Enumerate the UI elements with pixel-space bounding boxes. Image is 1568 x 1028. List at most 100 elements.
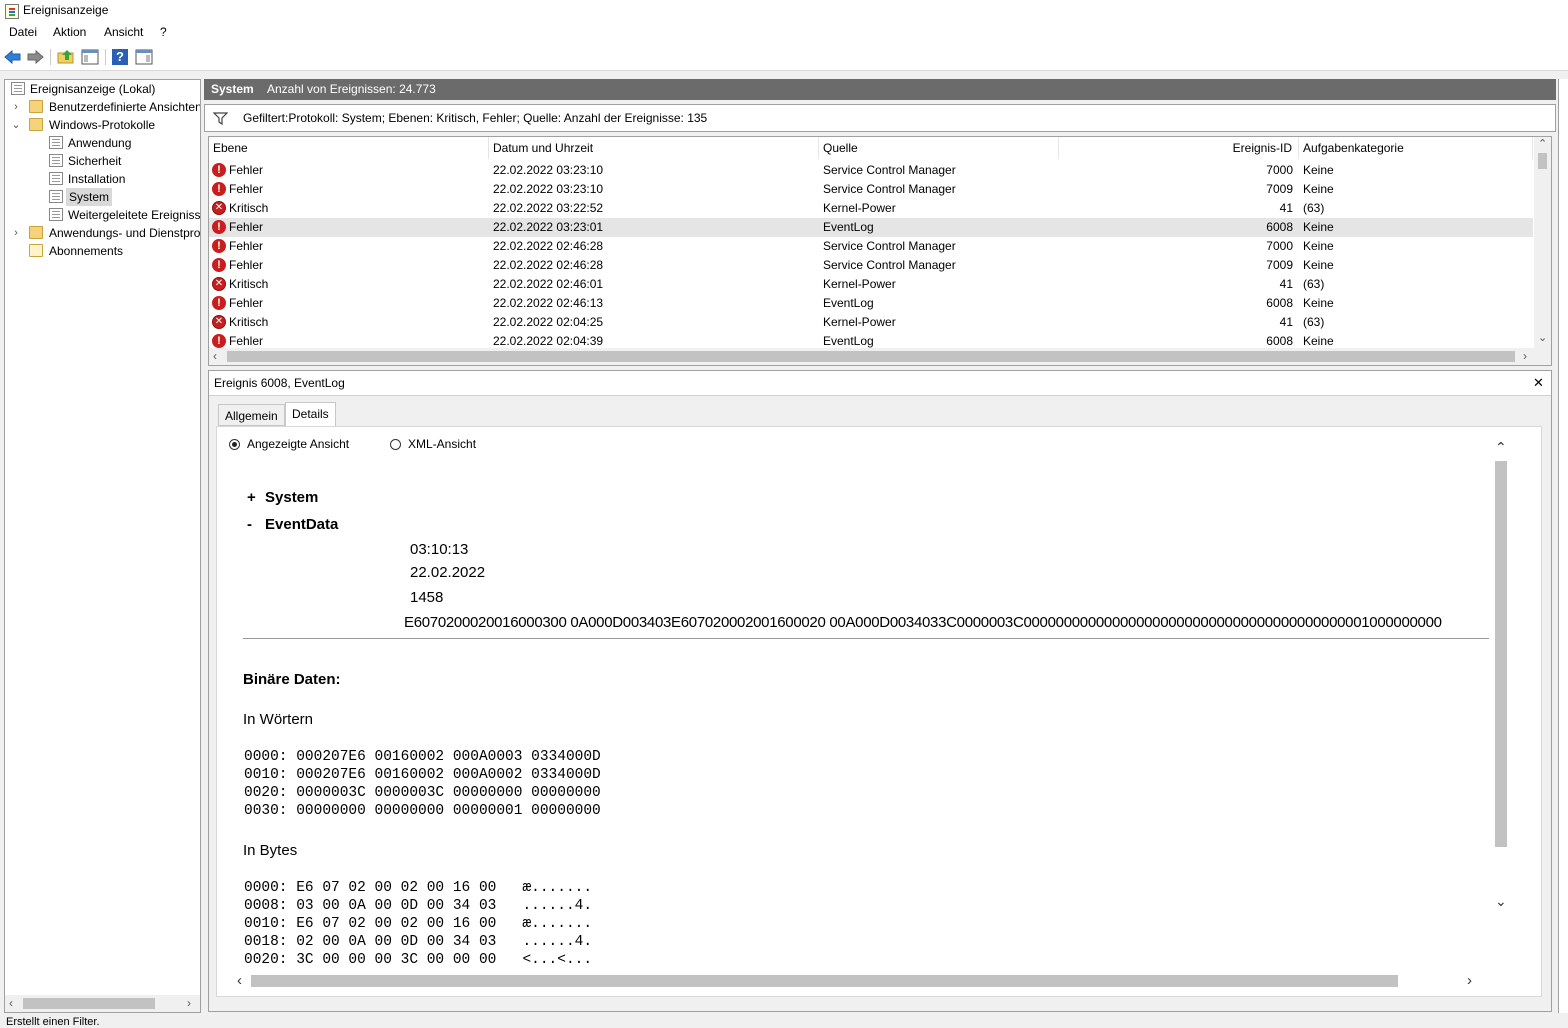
system-section-label[interactable]: System [265, 489, 318, 506]
scrollbar-thumb[interactable] [1538, 153, 1547, 169]
critical-icon: ✕ [212, 201, 226, 215]
status-text: Erstellt einen Filter. [6, 1016, 100, 1028]
scroll-right-icon[interactable]: › [187, 996, 191, 1010]
title-bar: Ereignisanzeige [0, 0, 1568, 22]
hex-byte-line: 0018: 02 00 0A 00 0D 00 34 03 ......4. [244, 934, 593, 950]
table-row[interactable]: ✕ Kritisch 22.02.2022 02:46:01 Kernel-Power… [209, 275, 1533, 294]
tab-allgemein[interactable]: Allgemein [218, 404, 285, 426]
toolbar: ? [0, 44, 1568, 71]
back-arrow-icon[interactable] [4, 48, 22, 66]
toolbar-separator [105, 49, 106, 65]
details-vertical-scrollbar[interactable]: ⌃ ⌄ [1489, 437, 1513, 927]
tree-item-sicherheit[interactable]: Sicherheit [5, 152, 200, 170]
tree-item-app-service-logs[interactable]: › Anwendungs- und Dienstprotokolle [5, 224, 200, 242]
tree-item-windows-logs[interactable]: ⌄ Windows-Protokolle [5, 116, 200, 134]
menu-aktion[interactable]: Aktion [53, 25, 86, 39]
scrollbar-thumb[interactable] [23, 998, 155, 1009]
log-icon [49, 190, 63, 203]
table-horizontal-scrollbar[interactable]: ‹ › [209, 348, 1551, 365]
window-title: Ereignisanzeige [23, 3, 109, 17]
tree-item-system[interactable]: System [5, 188, 200, 206]
eventdata-section-label[interactable]: EventData [265, 516, 338, 533]
chevron-right-icon[interactable]: › [11, 98, 21, 116]
column-header-datum[interactable]: Datum und Uhrzeit [489, 137, 819, 159]
critical-icon: ✕ [212, 315, 226, 329]
cell-id: 6008 [1266, 220, 1293, 234]
tab-details[interactable]: Details [285, 402, 336, 427]
hex-word-line: 0000: 000207E6 00160002 000A0003 0334000… [244, 749, 601, 765]
table-row[interactable]: ✕ Kritisch 22.02.2022 03:22:52 Kernel-Power… [209, 199, 1533, 218]
tree-item-abonnements[interactable]: Abonnements [5, 242, 200, 260]
table-row[interactable]: ! Fehler 22.02.2022 03:23:10 Service Contro… [209, 180, 1533, 199]
scrollbar-thumb[interactable] [1495, 461, 1507, 847]
tree-horizontal-scrollbar[interactable]: ‹ › [5, 995, 200, 1012]
help-icon[interactable]: ? [111, 48, 129, 66]
radio-friendly-view[interactable] [229, 439, 240, 450]
event-details-content: + System - EventData 03:10:13 22.02.2022… [233, 467, 1508, 967]
tree-item-anwendung[interactable]: Anwendung [5, 134, 200, 152]
menu-datei[interactable]: Datei [9, 25, 37, 39]
forward-arrow-icon[interactable] [26, 48, 44, 66]
tree-item-installation[interactable]: Installation [5, 170, 200, 188]
chevron-right-icon[interactable]: › [11, 224, 21, 242]
table-row[interactable]: ! Fehler 22.02.2022 02:46:28 Service Contro… [209, 256, 1533, 275]
table-row[interactable]: ! Fehler 22.02.2022 03:23:10 Service Contro… [209, 161, 1533, 180]
folder-icon [29, 100, 43, 113]
menu-ansicht[interactable]: Ansicht [104, 25, 143, 39]
log-header-bar: System Anzahl von Ereignissen: 24.773 [204, 79, 1556, 100]
scroll-left-icon[interactable]: ‹ [213, 349, 217, 363]
show-hide-tree-icon[interactable] [81, 48, 99, 66]
scroll-left-icon[interactable]: ‹ [237, 972, 242, 989]
show-hide-action-pane-icon[interactable] [135, 48, 153, 66]
column-header-aufgabenkategorie[interactable]: Aufgabenkategorie [1299, 137, 1533, 159]
log-icon [49, 154, 63, 167]
column-header-quelle[interactable]: Quelle [819, 137, 1059, 159]
log-icon [49, 136, 63, 149]
table-row[interactable]: ! Fehler 22.02.2022 02:46:13 EventLog 6008 Ke… [209, 294, 1533, 313]
cell-level: Kritisch [229, 277, 269, 291]
bytes-heading: In Bytes [243, 842, 298, 859]
scroll-up-icon[interactable]: ⌃ [1538, 137, 1547, 150]
table-vertical-scrollbar[interactable]: ⌃ ⌄ [1534, 137, 1551, 348]
radio-xml-view-label[interactable]: XML-Ansicht [408, 437, 476, 451]
error-icon: ! [212, 239, 226, 253]
tree-item-forwarded-events[interactable]: Weitergeleitete Ereignisse [5, 206, 200, 224]
error-icon: ! [212, 182, 226, 196]
cell-source: Service Control Manager [823, 182, 956, 196]
scrollbar-thumb[interactable] [251, 975, 1398, 987]
navigation-tree[interactable]: Ereignisanzeige (Lokal) › Benutzerdefini… [4, 79, 201, 1013]
tree-item-custom-views[interactable]: › Benutzerdefinierte Ansichten [5, 98, 200, 116]
cell-datetime: 22.02.2022 03:23:10 [493, 163, 604, 177]
scroll-down-icon[interactable]: ⌄ [1495, 893, 1507, 910]
column-header-ebene[interactable]: Ebene [209, 137, 489, 159]
scroll-left-icon[interactable]: ‹ [9, 996, 13, 1010]
cell-datetime: 22.02.2022 02:46:28 [493, 239, 604, 253]
menu-help[interactable]: ? [160, 25, 167, 39]
cell-id: 7000 [1266, 239, 1293, 253]
scroll-right-icon[interactable]: › [1467, 972, 1472, 989]
column-header-ereignis-id[interactable]: Ereignis-ID [1059, 137, 1299, 159]
hex-byte-line: 0020: 3C 00 00 00 3C 00 00 00 <...<... [244, 952, 593, 967]
radio-xml-view[interactable] [390, 439, 401, 450]
system-expand-toggle[interactable]: + [247, 489, 256, 506]
eventdata-collapse-toggle[interactable]: - [247, 516, 252, 533]
folder-up-icon[interactable] [57, 48, 75, 66]
table-row[interactable]: ✕ Kritisch 22.02.2022 02:04:25 Kernel-Power… [209, 313, 1533, 332]
close-icon[interactable]: ✕ [1533, 375, 1544, 391]
cell-level: Fehler [229, 258, 264, 272]
table-row[interactable]: ! Fehler 22.02.2022 03:23:01 EventLog 6008 Ke… [209, 218, 1533, 237]
cell-id: 41 [1279, 277, 1293, 291]
tree-item-ereignisanzeige[interactable]: Ereignisanzeige (Lokal) [5, 80, 200, 98]
scroll-down-icon[interactable]: ⌄ [1538, 331, 1547, 344]
chevron-down-icon[interactable]: ⌄ [11, 116, 21, 134]
cell-level: Fehler [229, 220, 264, 234]
scrollbar-thumb[interactable] [227, 351, 1515, 362]
scroll-right-icon[interactable]: › [1523, 349, 1527, 363]
cell-category: (63) [1303, 277, 1325, 291]
events-table[interactable]: Ebene Datum und Uhrzeit Quelle Ereignis-… [208, 136, 1552, 366]
radio-friendly-view-label[interactable]: Angezeigte Ansicht [247, 437, 349, 451]
details-horizontal-scrollbar[interactable]: ‹ › [233, 972, 1491, 990]
scroll-up-icon[interactable]: ⌃ [1495, 439, 1507, 456]
table-row[interactable]: ! Fehler 22.02.2022 02:46:28 Service Contro… [209, 237, 1533, 256]
event-count: Anzahl von Ereignissen: 24.773 [267, 82, 436, 96]
